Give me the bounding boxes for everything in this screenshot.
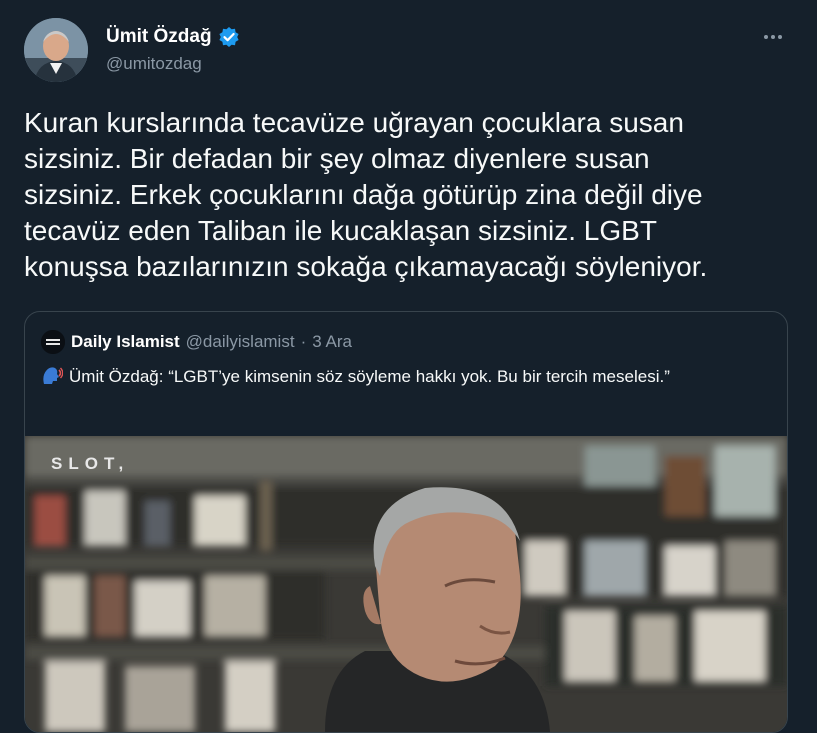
quoted-author-handle[interactable]: @dailyislamist xyxy=(186,332,295,352)
verified-badge-icon xyxy=(218,26,240,48)
quoted-tweet-header: Daily Islamist @dailyislamist · 3 Ara xyxy=(41,330,352,354)
author-handle[interactable]: @umitozdag xyxy=(106,54,240,74)
speaking-head-icon xyxy=(41,366,64,393)
dot-separator: · xyxy=(300,332,307,351)
more-options-icon[interactable] xyxy=(758,24,788,50)
quoted-author-name[interactable]: Daily Islamist xyxy=(71,332,180,352)
quoted-tweet-date[interactable]: 3 Ara xyxy=(312,332,352,352)
quoted-video-thumbnail[interactable]: SLOT, xyxy=(25,436,787,732)
quoted-tweet[interactable]: Daily Islamist @dailyislamist · 3 Ara Üm… xyxy=(24,311,788,733)
tweet-text: Kuran kurslarında tecavüze uğrayan çocuk… xyxy=(24,107,708,282)
author-avatar[interactable] xyxy=(24,18,88,82)
quoted-tweet-body: Ümit Özdağ: “LGBT’ye kimsenin söz söylem… xyxy=(69,367,670,386)
video-watermark: SLOT, xyxy=(51,454,130,473)
author-info: Ümit Özdağ @umitozdag xyxy=(106,26,240,74)
quoted-tweet-text: Ümit Özdağ: “LGBT’ye kimsenin söz söylem… xyxy=(41,364,741,393)
quoted-author-avatar[interactable] xyxy=(41,330,65,354)
author-display-name[interactable]: Ümit Özdağ xyxy=(106,26,212,48)
tweet-header: Ümit Özdağ @umitozdag xyxy=(24,18,796,84)
